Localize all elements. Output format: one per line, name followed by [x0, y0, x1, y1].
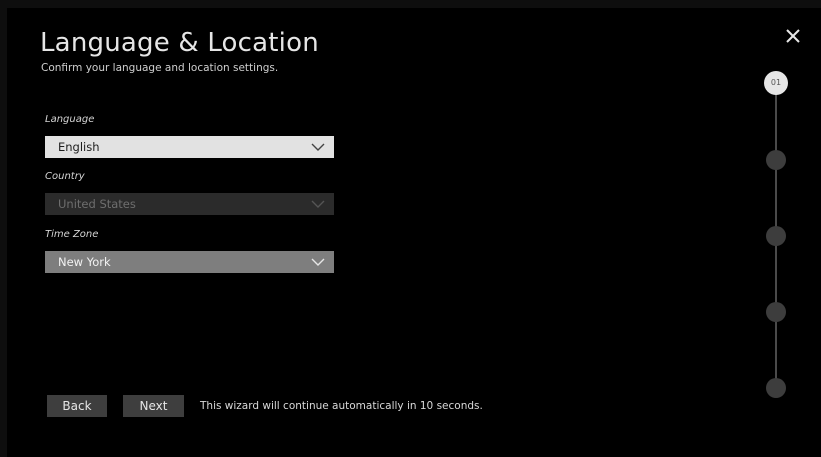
- step-3-indicator: [766, 226, 786, 246]
- country-label: Country: [45, 171, 85, 182]
- step-2-indicator: [766, 150, 786, 170]
- country-value: United States: [58, 197, 136, 211]
- chevron-down-icon: [311, 143, 325, 151]
- chevron-down-icon: [311, 258, 325, 266]
- close-icon: [786, 29, 800, 43]
- time-zone-select[interactable]: New York: [45, 251, 334, 273]
- language-value: English: [58, 140, 100, 154]
- chevron-down-icon: [311, 200, 325, 208]
- time-zone-value: New York: [58, 255, 111, 269]
- close-button[interactable]: [783, 26, 803, 46]
- setup-wizard-screen: Language & Location Confirm your languag…: [7, 8, 821, 457]
- language-select[interactable]: English: [45, 136, 334, 158]
- page-subtitle: Confirm your language and location setti…: [41, 62, 279, 74]
- auto-continue-notice: This wizard will continue automatically …: [200, 400, 483, 412]
- next-button[interactable]: Next: [123, 395, 184, 417]
- step-progress-indicator: 01: [763, 71, 789, 401]
- step-5-indicator: [766, 378, 786, 398]
- time-zone-label: Time Zone: [45, 229, 99, 240]
- step-1-indicator: 01: [764, 71, 788, 95]
- page-title: Language & Location: [40, 28, 319, 58]
- back-button[interactable]: Back: [47, 395, 107, 417]
- country-select[interactable]: United States: [45, 193, 334, 215]
- step-4-indicator: [766, 302, 786, 322]
- language-label: Language: [45, 114, 95, 125]
